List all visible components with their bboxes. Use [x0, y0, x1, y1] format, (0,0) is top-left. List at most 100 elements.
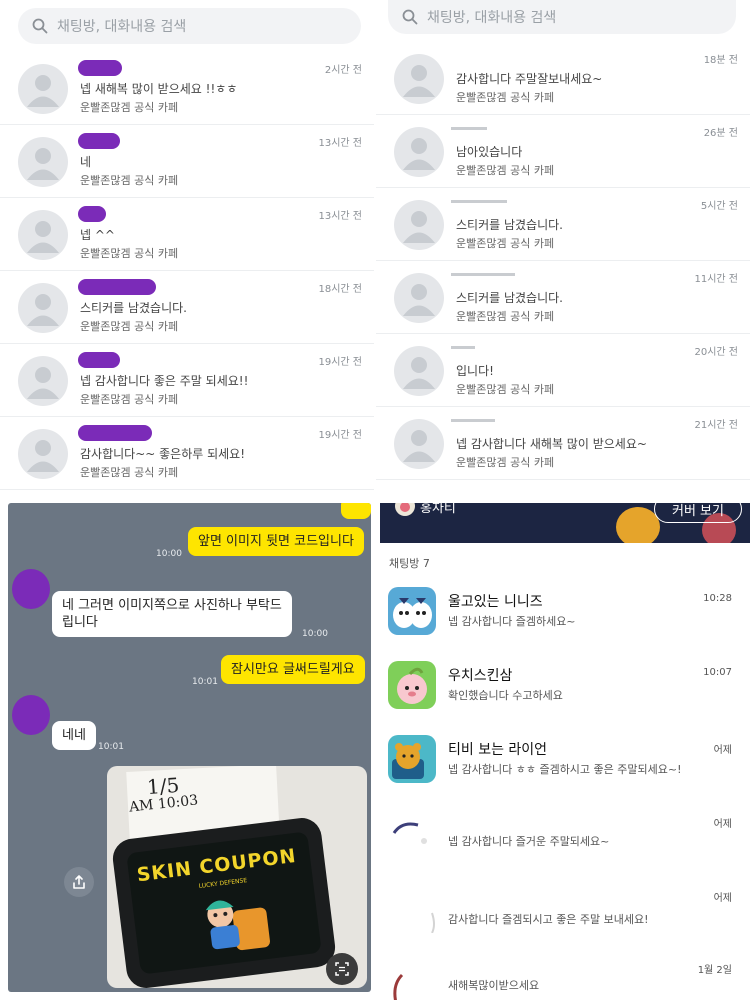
message-line: 네 그러면 이미지쪽으로 사진하나 부탁드 — [62, 598, 282, 613]
chat-room-name: 우치스킨삼 — [448, 668, 513, 684]
chat-list-item[interactable]: 넵 ^^ 운빨존많겜 공식 카페 13시간 전 — [0, 198, 374, 271]
message-time: 11시간 전 — [694, 274, 738, 285]
chat-room-message: 새해복많이받으세요 — [448, 979, 540, 992]
erased-name — [451, 346, 475, 349]
chat-room-item[interactable]: 울고있는 니니즈 넵 감사합니다 즐겜하세요~ 10:28 — [380, 579, 750, 651]
redacted-name — [78, 206, 106, 222]
search-icon — [32, 18, 48, 34]
cafe-name: 운빨존많겜 공식 카페 — [80, 247, 179, 260]
message-time: 10:01 — [192, 677, 218, 687]
view-cover-button[interactable]: 커버 보기 — [654, 503, 742, 523]
apeach-icon — [388, 661, 436, 709]
photo-message[interactable]: 1/5 AM 10:03 SKIN COUPON LUCKY DEFENSE — [107, 766, 367, 988]
chat-room-item[interactable]: 우치스킨삼 확인했습니다 수고하세요 10:07 — [380, 653, 750, 725]
scan-icon — [335, 962, 349, 976]
received-message-bubble[interactable]: 네 그러면 이미지쪽으로 사진하나 부탁드 립니다 — [52, 591, 292, 637]
message-time: 2시간 전 — [324, 65, 362, 76]
redacted-name — [78, 425, 152, 441]
cafe-name: 운빨존많겜 공식 카페 — [80, 466, 179, 479]
default-avatar-icon — [394, 346, 444, 396]
erased-name — [451, 200, 507, 203]
search-bar[interactable]: 채팅방, 대화내용 검색 — [18, 8, 361, 44]
erased-name — [451, 273, 515, 276]
default-avatar-icon — [18, 283, 68, 333]
open-chat-rooms: 홍차티 커버 보기 채팅방 7 울고있는 니니즈 넵 감사합니다 즐겜하세요~ … — [380, 503, 750, 1000]
message-preview: 넵 감사합니다 새해복 많이 받으세요~ — [456, 437, 647, 451]
profile-name: 홍차티 — [420, 503, 456, 516]
erased-name — [451, 419, 495, 422]
message-preview: 스티커를 남겼습니다. — [456, 291, 563, 305]
erased-room-icon — [431, 912, 435, 933]
message-time: 13시간 전 — [318, 138, 362, 149]
search-placeholder: 채팅방, 대화내용 검색 — [427, 10, 557, 26]
chat-list-item[interactable]: 입니다! 운빨존많겜 공식 카페 20시간 전 — [376, 334, 750, 407]
chat-room-name: 티비 보는 라이언 — [448, 742, 548, 758]
chat-room-time: 1월 2일 — [697, 965, 732, 976]
default-avatar-icon — [394, 273, 444, 323]
redacted-name — [78, 60, 122, 76]
chat-room: 앞면 이미지 뒷면 코드입니다 10:00 네 그러면 이미지쪽으로 사진하나 … — [8, 503, 371, 992]
scan-button[interactable] — [326, 953, 358, 985]
default-avatar-icon — [18, 356, 68, 406]
default-avatar-icon — [18, 429, 68, 479]
cafe-name: 운빨존많겜 공식 카페 — [456, 310, 555, 323]
default-avatar-icon — [18, 210, 68, 260]
chat-room-item[interactable]: 새해복많이받으세요 1월 2일 — [380, 949, 750, 1000]
chat-list-item[interactable]: 네 운빨존많겜 공식 카페 13시간 전 — [0, 125, 374, 198]
chat-room-time: 어제 — [713, 893, 732, 904]
share-button[interactable] — [64, 867, 94, 897]
redacted-name — [78, 352, 120, 368]
chat-list-item[interactable]: 넵 감사합니다 새해복 많이 받으세요~ 운빨존많겜 공식 카페 21시간 전 — [376, 407, 750, 480]
redacted-avatar — [12, 695, 50, 735]
coupon-subtitle: LUCKY DEFENSE — [198, 877, 248, 890]
message-preview: 스티커를 남겼습니다. — [456, 218, 563, 232]
chat-list-item[interactable]: 넵 새해복 많이 받으세요 !!ㅎㅎ 운빨존많겜 공식 카페 2시간 전 — [0, 52, 374, 125]
message-time: 20시간 전 — [694, 347, 738, 358]
redacted-name — [78, 279, 156, 295]
cafe-name: 운빨존많겜 공식 카페 — [456, 164, 555, 177]
default-avatar-icon — [394, 419, 444, 469]
profile-avatar-icon — [395, 503, 415, 516]
message-preview: 넵 새해복 많이 받으세요 !!ㅎㅎ — [80, 82, 238, 96]
cafe-name: 운빨존많겜 공식 카페 — [80, 174, 179, 187]
chat-list-item[interactable]: 스티커를 남겼습니다. 운빨존많겜 공식 카페 11시간 전 — [376, 261, 750, 334]
erased-room-icon — [393, 973, 404, 1000]
chat-list-item[interactable]: 감사합니다 주말잘보내세요~ 운빨존많겜 공식 카페 18분 전 — [376, 42, 750, 115]
message-time: 19시간 전 — [318, 357, 362, 368]
chat-list-item[interactable]: 스티커를 남겼습니다. 운빨존많겜 공식 카페 5시간 전 — [376, 188, 750, 261]
sent-message-bubble[interactable]: 잠시만요 글써드릴게요 — [221, 655, 365, 684]
chat-room-message: 넵 감사합니다 ㅎㅎ 즐겜하시고 좋은 주말되세요~! — [448, 763, 682, 776]
erased-room-icon — [392, 822, 427, 844]
message-time: 21시간 전 — [694, 420, 738, 431]
chat-list: 넵 새해복 많이 받으세요 !!ㅎㅎ 운빨존많겜 공식 카페 2시간 전 네 운… — [0, 52, 374, 490]
cafe-name: 운빨존많겜 공식 카페 — [80, 320, 179, 333]
chat-list-item[interactable]: 감사합니다~~ 좋은하루 되세요! 운빨존많겜 공식 카페 19시간 전 — [0, 417, 374, 490]
ryan-tv-icon — [388, 735, 436, 783]
chat-room-item[interactable]: 감사합니다 즐겜되시고 좋은 주말 보내세요! 어제 — [380, 875, 750, 947]
chat-room-message: 확인했습니다 수고하세요 — [448, 689, 563, 702]
redacted-name — [78, 133, 120, 149]
message-preview: 입니다! — [456, 364, 494, 378]
message-time: 19시간 전 — [318, 430, 362, 441]
erased-name — [451, 127, 487, 130]
cafe-chat-list-right: 채팅방, 대화내용 검색 감사합니다 주말잘보내세요~ 운빨존많겜 공식 카페 … — [376, 0, 750, 498]
message-preview: 넵 ^^ — [80, 228, 115, 242]
chat-list-item[interactable]: 넵 감사합니다 좋은 주말 되세요!! 운빨존많겜 공식 카페 19시간 전 — [0, 344, 374, 417]
chat-rooms-count: 채팅방 7 — [389, 557, 430, 570]
share-icon — [73, 875, 85, 889]
message-time: 26분 전 — [703, 128, 738, 139]
chat-list-item[interactable]: 남아있습니다 운빨존많겜 공식 카페 26분 전 — [376, 115, 750, 188]
default-avatar-icon — [18, 64, 68, 114]
search-bar[interactable]: 채팅방, 대화내용 검색 — [388, 0, 736, 34]
received-message-bubble[interactable]: 네네 — [52, 721, 96, 750]
message-time: 18분 전 — [703, 55, 738, 66]
chat-list-item[interactable]: 스티커를 남겼습니다. 운빨존많겜 공식 카페 18시간 전 — [0, 271, 374, 344]
sent-message-bubble[interactable]: 앞면 이미지 뒷면 코드입니다 — [188, 527, 364, 556]
default-avatar-icon — [394, 54, 444, 104]
default-avatar-icon — [394, 127, 444, 177]
partial-sent-bubble — [341, 503, 371, 519]
chat-room-item[interactable]: 티비 보는 라이언 넵 감사합니다 ㅎㅎ 즐겜하시고 좋은 주말되세요~! 어제 — [380, 727, 750, 799]
search-icon — [402, 9, 418, 25]
message-line: 립니다 — [62, 615, 98, 630]
chat-room-item[interactable]: 넵 감사합니다 즐거운 주말되세요~ 어제 — [380, 801, 750, 873]
